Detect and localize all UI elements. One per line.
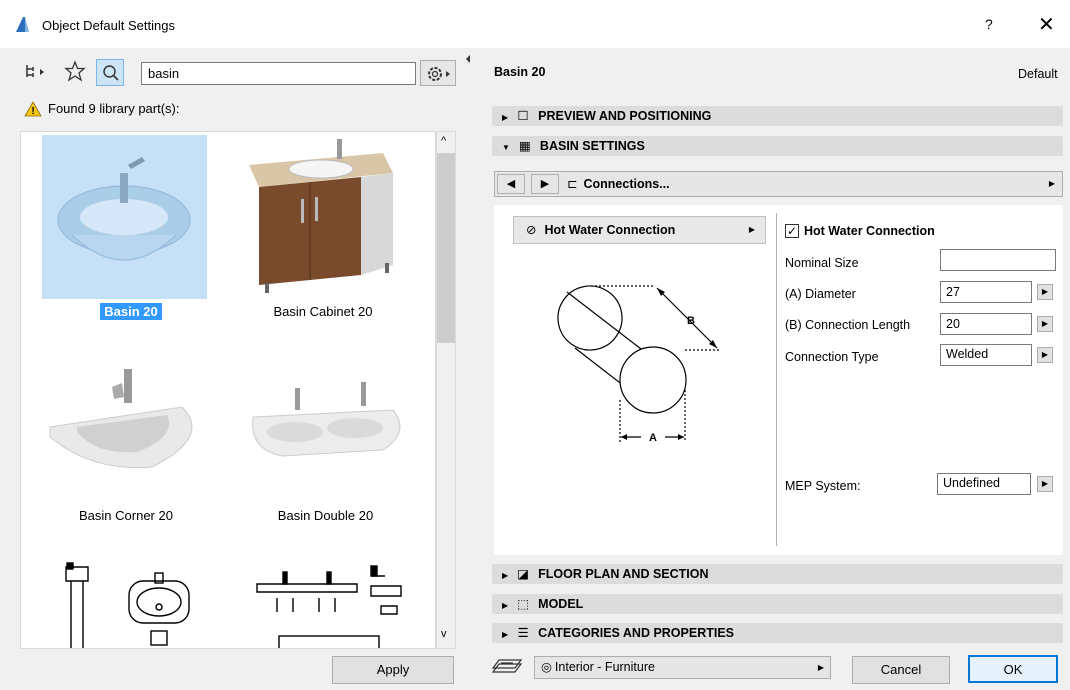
pipe-icon: ⊘ bbox=[526, 223, 537, 237]
cancel-button[interactable]: Cancel bbox=[852, 656, 950, 684]
dropdown-arrow-icon: ▶ bbox=[748, 225, 755, 234]
ok-button[interactable]: OK bbox=[968, 655, 1058, 683]
section-title: BASIN SETTINGS bbox=[539, 139, 645, 153]
settings-divider bbox=[776, 213, 777, 546]
section-title: FLOOR PLAN AND SECTION bbox=[538, 567, 709, 581]
search-input[interactable] bbox=[141, 62, 416, 85]
title-bar: Object Default Settings ? ✕ bbox=[0, 0, 1070, 48]
library-item-pedestal-basin[interactable] bbox=[51, 557, 201, 648]
help-button[interactable]: ? bbox=[985, 16, 993, 32]
categories-list-icon: ☰ bbox=[517, 626, 529, 640]
library-item-label: Basin Corner 20 bbox=[79, 508, 173, 523]
layer-stack-icon[interactable] bbox=[491, 656, 523, 678]
section-basin-settings[interactable]: ▼ ▦ BASIN SETTINGS bbox=[492, 136, 1063, 156]
dropdown-arrow-icon: ▶ bbox=[817, 663, 824, 672]
double-basin-2d-thumbnail bbox=[256, 565, 402, 648]
diameter-field[interactable] bbox=[940, 281, 1032, 303]
archicad-logo-icon bbox=[16, 17, 29, 32]
mep-system-label: MEP System: bbox=[785, 479, 861, 493]
panel-splitter[interactable] bbox=[463, 48, 473, 690]
library-item-basin-cabinet-20[interactable] bbox=[243, 135, 403, 300]
library-item-basin-corner-20[interactable] bbox=[42, 347, 212, 497]
diameter-options-button[interactable]: ▶ bbox=[1037, 284, 1053, 300]
library-item-label: Basin 20 bbox=[100, 303, 162, 320]
found-status: Found 9 library part(s): bbox=[48, 101, 180, 116]
layer-select-label: Interior - Furniture bbox=[554, 660, 655, 674]
connection-diagram: B A bbox=[557, 285, 720, 444]
expand-arrow-icon: ▶ bbox=[502, 630, 509, 639]
connection-type-label: Connection Type bbox=[785, 350, 879, 364]
basin-corner-thumbnail bbox=[49, 369, 193, 469]
section-floor-plan[interactable]: ▶ ◪ FLOOR PLAN AND SECTION bbox=[492, 564, 1063, 584]
connection-length-options-button[interactable]: ▶ bbox=[1037, 316, 1053, 332]
close-button[interactable]: ✕ bbox=[1038, 12, 1055, 37]
floor-plan-icon: ◪ bbox=[517, 567, 530, 581]
section-title: CATEGORIES AND PROPERTIES bbox=[538, 626, 735, 640]
apply-button[interactable]: Apply bbox=[332, 656, 454, 684]
favorites-star-icon[interactable] bbox=[64, 60, 86, 86]
folder-tree-icon[interactable] bbox=[24, 62, 50, 86]
basin-thumbnail bbox=[57, 157, 191, 261]
preview-icon: ☐ bbox=[517, 109, 529, 123]
layer-select[interactable]: ◎ Interior - Furniture ▶ bbox=[534, 656, 831, 679]
section-model[interactable]: ▶ ⬚ MODEL bbox=[492, 594, 1063, 614]
warning-icon: ! bbox=[24, 101, 42, 117]
next-page-button[interactable]: ▶ bbox=[531, 174, 559, 194]
expand-arrow-icon: ▶ bbox=[502, 113, 509, 122]
dropdown-arrow-icon: ▶ bbox=[1048, 179, 1055, 188]
section-title: MODEL bbox=[538, 597, 584, 611]
collapse-arrow-icon bbox=[466, 55, 470, 63]
library-item-label: Basin Cabinet 20 bbox=[273, 304, 373, 319]
library-item-basin-20[interactable] bbox=[42, 135, 207, 299]
connection-type-options-button[interactable]: ▶ bbox=[1037, 347, 1053, 363]
window-title: Object Default Settings bbox=[42, 18, 175, 33]
expand-arrow-icon: ▶ bbox=[502, 571, 509, 580]
scroll-down-arrow-icon[interactable]: v bbox=[441, 628, 447, 640]
nominal-size-label: Nominal Size bbox=[785, 256, 859, 270]
connection-length-label: (B) Connection Length bbox=[785, 318, 911, 332]
part-name: Basin 20 bbox=[494, 65, 546, 79]
gear-icon bbox=[428, 67, 450, 81]
hot-water-checkbox-label: Hot Water Connection bbox=[804, 224, 935, 238]
model-cube-icon: ⬚ bbox=[517, 597, 530, 611]
collapse-arrow-icon: ▼ bbox=[502, 143, 510, 152]
section-categories[interactable]: ▶ ☰ CATEGORIES AND PROPERTIES bbox=[492, 623, 1063, 643]
library-item-double-basin-2d[interactable] bbox=[253, 562, 413, 648]
connection-type-select[interactable]: Welded bbox=[940, 344, 1032, 366]
svg-text:!: ! bbox=[31, 106, 34, 117]
pedestal-basin-2d-thumbnail bbox=[65, 562, 190, 648]
connection-select-label: Hot Water Connection bbox=[544, 223, 676, 237]
settings-icon: ▦ bbox=[519, 139, 531, 153]
search-toggle-button[interactable] bbox=[96, 59, 124, 86]
diagram-label-a: A bbox=[649, 432, 657, 444]
connection-length-field[interactable] bbox=[940, 313, 1032, 335]
mep-system-select[interactable]: Undefined bbox=[937, 473, 1031, 495]
library-item-basin-double-20[interactable] bbox=[243, 372, 408, 482]
mep-system-options-button[interactable]: ▶ bbox=[1037, 476, 1053, 492]
default-label: Default bbox=[1018, 67, 1058, 81]
eye-icon: ◎ bbox=[541, 660, 552, 674]
prev-page-button[interactable]: ◀ bbox=[497, 174, 525, 194]
page-select-label: Connections... bbox=[583, 177, 670, 191]
connection-select[interactable]: ⊘ Hot Water Connection ▶ bbox=[513, 216, 766, 244]
expand-arrow-icon: ▶ bbox=[502, 601, 509, 610]
hot-water-checkbox[interactable]: ✓ bbox=[785, 224, 799, 238]
search-options-button[interactable] bbox=[420, 60, 456, 86]
page-select[interactable]: ⊏ Connections... ▶ bbox=[567, 174, 1059, 194]
nominal-size-field[interactable] bbox=[940, 249, 1056, 271]
diagram-label-b: B bbox=[687, 315, 695, 327]
connection-page-icon: ⊏ bbox=[567, 177, 578, 191]
section-preview-positioning[interactable]: ▶ ☐ PREVIEW AND POSITIONING bbox=[492, 106, 1063, 126]
search-icon bbox=[103, 65, 119, 81]
library-item-label: Basin Double 20 bbox=[277, 508, 374, 523]
scrollbar-thumb[interactable] bbox=[437, 153, 455, 343]
basin-double-thumbnail bbox=[252, 382, 401, 457]
library-grid: Basin 20 Basin Cabinet 20 Basin Corner 2… bbox=[20, 131, 436, 649]
section-title: PREVIEW AND POSITIONING bbox=[538, 109, 712, 123]
scroll-up-arrow-icon[interactable]: ^ bbox=[441, 135, 446, 147]
basin-cabinet-thumbnail bbox=[249, 139, 393, 293]
diameter-label: (A) Diameter bbox=[785, 287, 856, 301]
